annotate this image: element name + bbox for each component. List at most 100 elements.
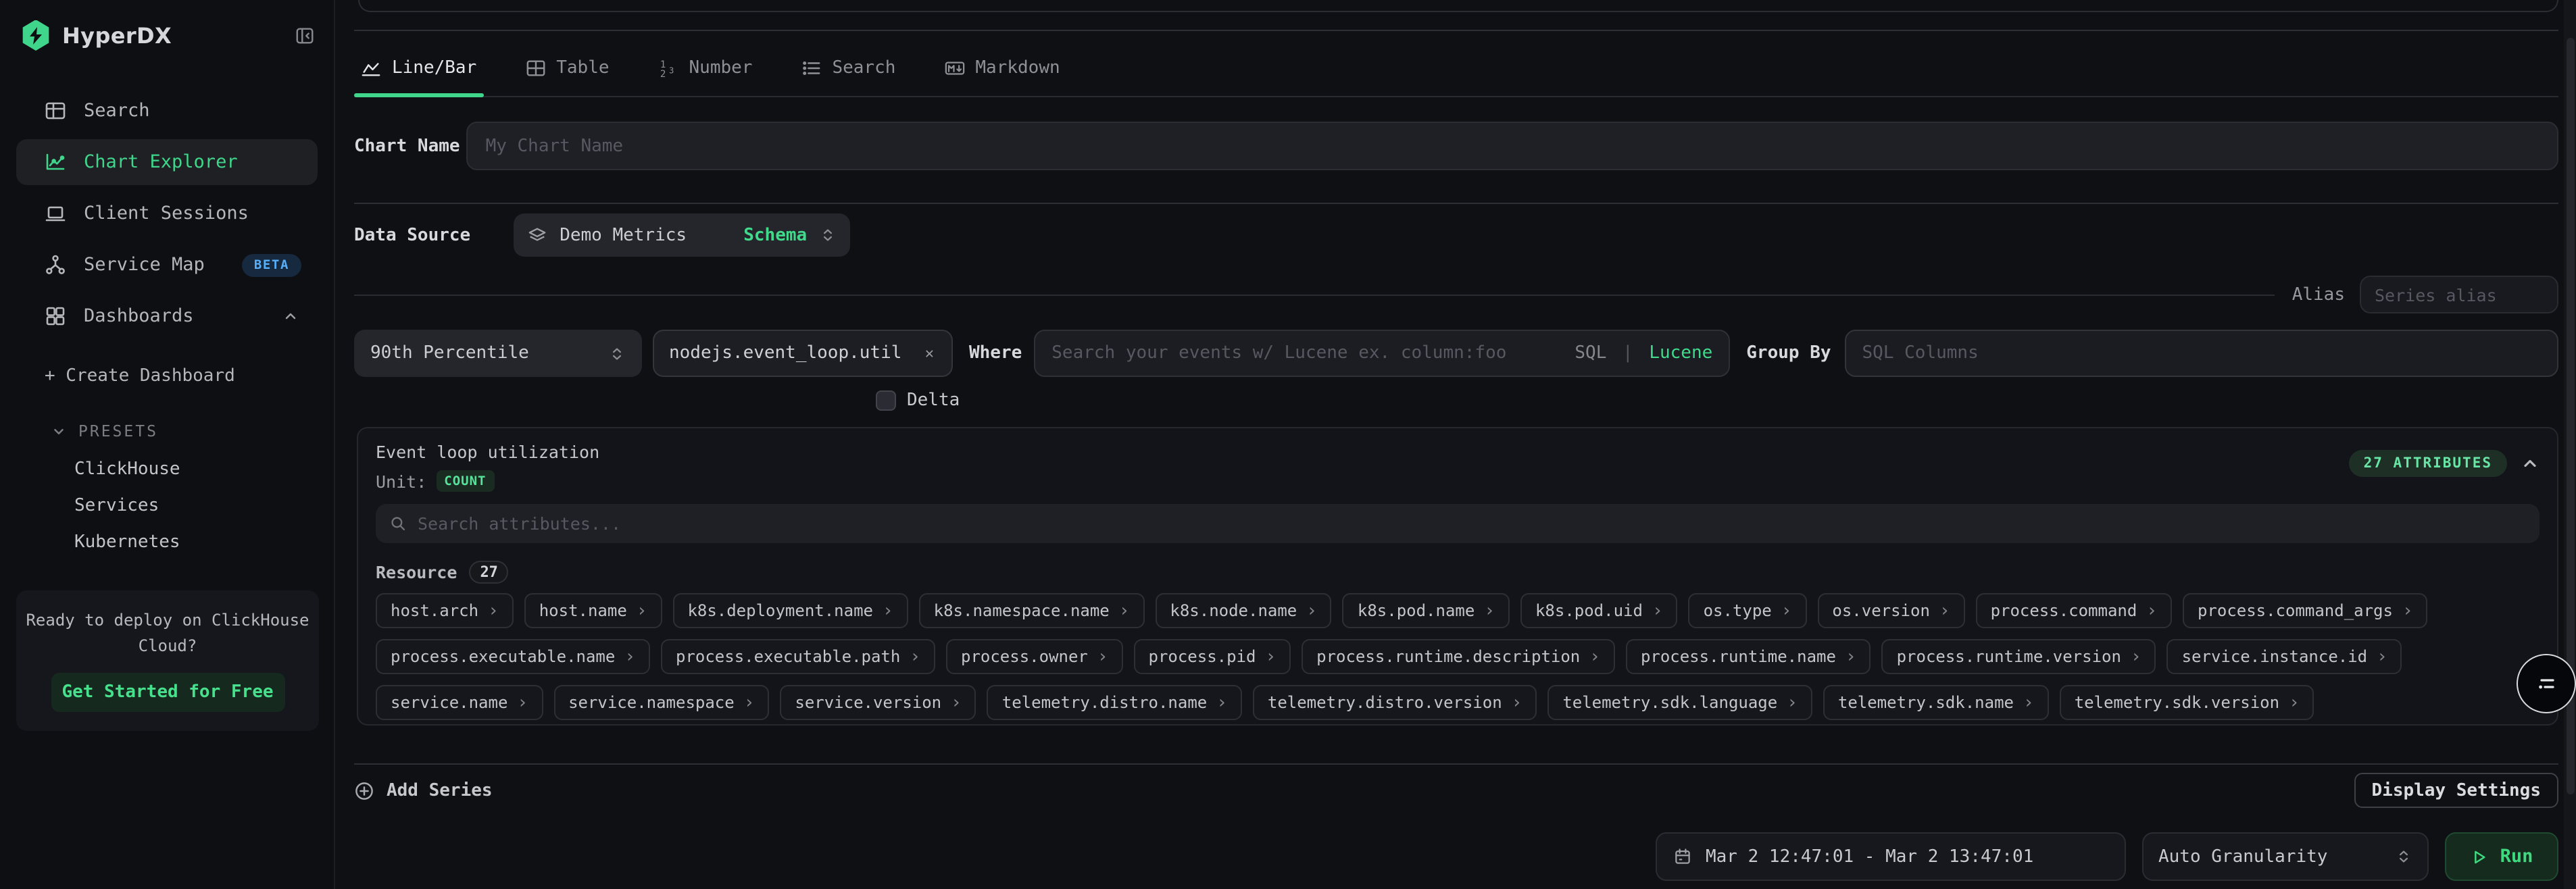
beta-badge: BETA [242,253,301,276]
chevron-right-icon: › [1787,694,1798,711]
presets-list: ClickHouseServicesKubernetes [0,451,334,561]
time-range-picker[interactable]: Mar 2 12:47:01 - Mar 2 13:47:01 [1656,832,2126,881]
chevron-right-icon: › [517,694,528,711]
attribute-chip[interactable]: telemetry.distro.version › [1253,685,1537,720]
remove-metric-icon[interactable]: ✕ [922,342,937,365]
attribute-chip-label: telemetry.sdk.name [1838,693,2014,712]
attribute-chip[interactable]: process.command › [1976,593,2172,628]
attribute-chip[interactable]: k8s.pod.name › [1343,593,1510,628]
collapse-sidebar-button[interactable] [295,25,315,45]
chevron-updown-icon [2395,847,2412,866]
chart-type-tabs: Line/Bar Table 1 2 3 Number [354,41,2558,97]
chevron-up-icon[interactable] [2521,454,2540,473]
attribute-chip[interactable]: process.runtime.name › [1626,639,1871,674]
attribute-chip[interactable]: process.executable.path › [661,639,935,674]
attribute-chip[interactable]: telemetry.sdk.language › [1547,685,1812,720]
data-source-select[interactable]: Demo Metrics Schema [514,213,850,257]
tab-table[interactable]: Table [518,41,616,96]
attribute-search-input[interactable] [418,513,2526,534]
chevron-up-icon[interactable] [282,308,299,324]
sidebar: HyperDX Search Chart Explorer [0,0,335,889]
chevron-right-icon: › [1781,602,1792,619]
create-dashboard-button[interactable]: + Create Dashboard [0,366,334,386]
data-source-label: Data Source [354,225,470,245]
attribute-chip[interactable]: process.command_args › [2183,593,2428,628]
unit-row: Unit: COUNT [376,470,599,492]
attribute-chip[interactable]: k8s.pod.uid › [1520,593,1678,628]
attribute-chip[interactable]: telemetry.sdk.name › [1823,685,2049,720]
attribute-chip[interactable]: process.runtime.description › [1302,639,1615,674]
attribute-chip[interactable]: telemetry.sdk.version › [2060,685,2314,720]
aggregation-select[interactable]: 90th Percentile [354,330,642,377]
attribute-chip-label: k8s.pod.uid [1535,601,1643,620]
attribute-chip-label: process.runtime.description [1316,647,1580,666]
time-range-value: Mar 2 12:47:01 - Mar 2 13:47:01 [1706,846,2033,867]
schema-link[interactable]: Schema [743,225,807,245]
attribute-chip[interactable]: service.version › [780,685,976,720]
sql-toggle[interactable]: SQL [1575,343,1606,363]
chevron-right-icon: › [1846,648,1856,665]
lucene-toggle[interactable]: Lucene [1649,343,1712,363]
attribute-chip[interactable]: process.pid › [1134,639,1291,674]
alias-input[interactable] [2360,276,2558,313]
attribute-chip[interactable]: host.arch › [376,593,514,628]
service-map-icon [45,254,66,276]
where-search-input[interactable] [1051,343,1564,363]
attribute-chip[interactable]: process.executable.name › [376,639,650,674]
run-label: Run [2500,846,2533,867]
search-nav-icon [45,100,66,122]
attribute-chip[interactable]: service.namespace › [553,685,769,720]
attribute-chip[interactable]: k8s.namespace.name › [919,593,1145,628]
preset-item[interactable]: Kubernetes [0,524,334,561]
granularity-select[interactable]: Auto Granularity [2142,832,2429,881]
attribute-chip[interactable]: os.type › [1689,593,1807,628]
attribute-chip-list: host.arch › host.name › k8s.deployment.n… [376,593,2540,720]
collapse-sidebar-icon [295,25,315,45]
preset-item[interactable]: ClickHouse [0,451,334,488]
tab-search[interactable]: Search [794,41,902,96]
tab-label: Search [832,58,895,78]
run-controls-row: Mar 2 12:47:01 - Mar 2 13:47:01 Auto Gra… [354,832,2558,881]
tab-line-bar[interactable]: Line/Bar [354,41,483,96]
attribute-chip-label: process.runtime.version [1897,647,2121,666]
attribute-chip-label: telemetry.distro.version [1268,693,1502,712]
delta-checkbox[interactable] [876,390,896,410]
add-series-button[interactable]: Add Series [354,780,493,801]
attribute-chip[interactable]: process.owner › [946,639,1123,674]
sidebar-item-dashboards[interactable]: Dashboards [16,293,318,339]
tab-number[interactable]: 1 2 3 Number [651,41,760,96]
attribute-chip[interactable]: telemetry.distro.name › [987,685,1242,720]
attribute-chip[interactable]: process.runtime.version › [1882,639,2156,674]
group-by-input[interactable] [1862,343,2541,363]
sidebar-item-search[interactable]: Search [16,88,318,134]
attribute-chip[interactable]: service.instance.id › [2167,639,2402,674]
sidebar-item-chart-explorer[interactable]: Chart Explorer [16,139,318,185]
attribute-chip-label: host.arch [391,601,478,620]
floating-settings-button[interactable] [2517,654,2576,713]
attribute-chip[interactable]: k8s.deployment.name › [672,593,908,628]
display-settings-button[interactable]: Display Settings [2354,773,2558,808]
play-icon [2471,848,2488,865]
preset-item[interactable]: Services [0,488,334,524]
attribute-chip[interactable]: k8s.node.name › [1155,593,1332,628]
attribute-chip[interactable]: host.name › [524,593,662,628]
group-by-box [1845,330,2558,377]
chart-name-input[interactable] [467,122,2558,170]
sidebar-item-service-map[interactable]: Service Map BETA [16,242,318,288]
get-started-button[interactable]: Get Started for Free [51,673,284,712]
attribute-chip[interactable]: os.version › [1817,593,1964,628]
attribute-chip[interactable]: service.name › [376,685,543,720]
sidebar-item-client-sessions[interactable]: Client Sessions [16,190,318,236]
metric-chip[interactable]: nodejs.event_loop.util ✕ [653,330,953,377]
attribute-chip-label: k8s.deployment.name [687,601,873,620]
attributes-count-badge[interactable]: 27 ATTRIBUTES [2349,450,2507,477]
chevron-right-icon: › [1589,648,1600,665]
attribute-chip-label: process.runtime.name [1641,647,1836,666]
run-button[interactable]: Run [2445,832,2558,881]
presets-header[interactable]: PRESETS [0,422,334,440]
attribute-chip-label: process.executable.path [676,647,900,666]
divider [354,763,2558,765]
chevron-right-icon: › [2289,694,2300,711]
tab-markdown[interactable]: Markdown [937,41,1066,96]
attribute-chip-label: process.executable.name [391,647,615,666]
